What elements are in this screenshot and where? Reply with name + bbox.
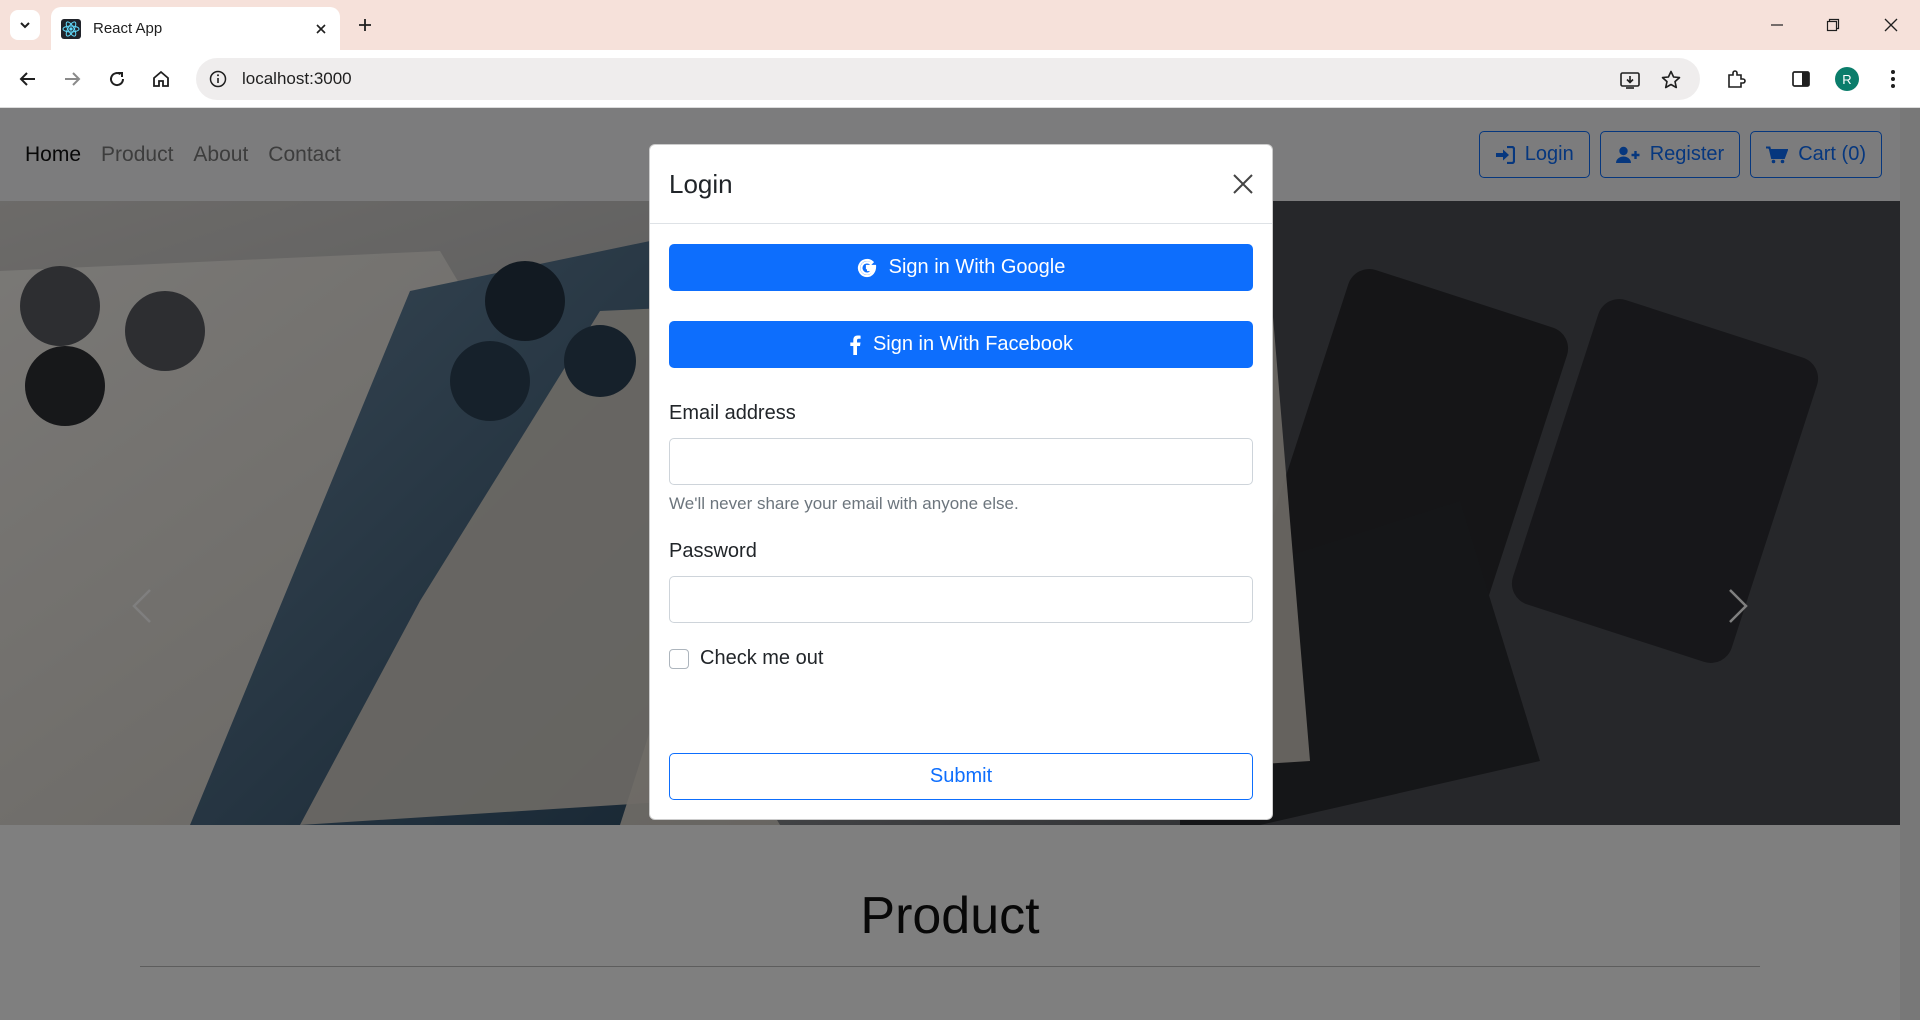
google-signin-button[interactable]: Sign in With Google	[669, 244, 1253, 291]
avatar-letter: R	[1842, 71, 1852, 87]
side-panel-icon	[1792, 71, 1810, 87]
password-label: Password	[669, 540, 757, 562]
minimize-icon	[1771, 24, 1783, 26]
browser-toolbar: localhost:3000 R	[0, 50, 1920, 108]
close-window-button[interactable]	[1876, 12, 1906, 38]
bookmark-star-icon[interactable]	[1659, 68, 1683, 92]
check-me-out-row: Check me out	[669, 647, 823, 670]
arrow-right-icon	[65, 72, 81, 86]
close-icon	[1884, 18, 1898, 32]
submit-button[interactable]: Submit	[669, 753, 1253, 800]
modal-header: Login	[650, 145, 1272, 224]
tab-title: React App	[93, 20, 163, 37]
home-button[interactable]	[146, 64, 176, 94]
browser-tab-strip: React App	[0, 0, 1920, 50]
modal-title: Login	[669, 169, 733, 199]
new-tab-button[interactable]	[352, 12, 378, 38]
site-info-icon[interactable]	[208, 69, 228, 89]
reload-button[interactable]	[102, 64, 132, 94]
browser-tab-active[interactable]: React App	[51, 7, 340, 50]
plus-icon	[359, 19, 371, 31]
check-me-out-label[interactable]: Check me out	[700, 647, 823, 670]
more-vertical-icon	[1891, 70, 1895, 88]
email-help-text: We'll never share your email with anyone…	[669, 494, 1019, 513]
side-panel-button[interactable]	[1786, 64, 1816, 94]
email-label: Email address	[669, 402, 796, 424]
facebook-signin-label: Sign in With Facebook	[872, 333, 1074, 355]
password-field[interactable]	[669, 576, 1253, 623]
modal-close-button[interactable]	[1230, 171, 1256, 197]
back-button[interactable]	[13, 64, 43, 94]
profile-avatar[interactable]: R	[1835, 67, 1859, 91]
extensions-button[interactable]	[1721, 64, 1751, 94]
tab-close-icon[interactable]	[312, 20, 330, 38]
address-bar[interactable]: localhost:3000	[196, 58, 1700, 100]
close-icon	[1233, 174, 1253, 194]
tab-search-button[interactable]	[10, 10, 40, 40]
forward-button[interactable]	[57, 64, 87, 94]
puzzle-icon	[1728, 70, 1746, 88]
chevron-down-icon	[20, 22, 30, 29]
google-icon	[857, 258, 876, 277]
react-logo-icon	[61, 18, 81, 39]
facebook-signin-button[interactable]: Sign in With Facebook	[669, 321, 1253, 368]
address-url: localhost:3000	[242, 69, 352, 88]
home-icon	[153, 70, 169, 87]
login-modal: Login Sign in With Google Sign in With F…	[649, 144, 1273, 820]
google-signin-label: Sign in With Google	[888, 256, 1066, 278]
install-app-icon[interactable]	[1618, 68, 1642, 92]
restore-icon	[1826, 18, 1840, 32]
reload-icon	[110, 72, 125, 87]
restore-button[interactable]	[1818, 12, 1848, 38]
check-me-out-checkbox[interactable]	[669, 648, 689, 669]
email-field[interactable]	[669, 438, 1253, 485]
facebook-icon	[850, 335, 861, 355]
arrow-left-icon	[19, 72, 35, 86]
minimize-button[interactable]	[1762, 12, 1792, 38]
browser-menu-button[interactable]	[1878, 64, 1908, 94]
